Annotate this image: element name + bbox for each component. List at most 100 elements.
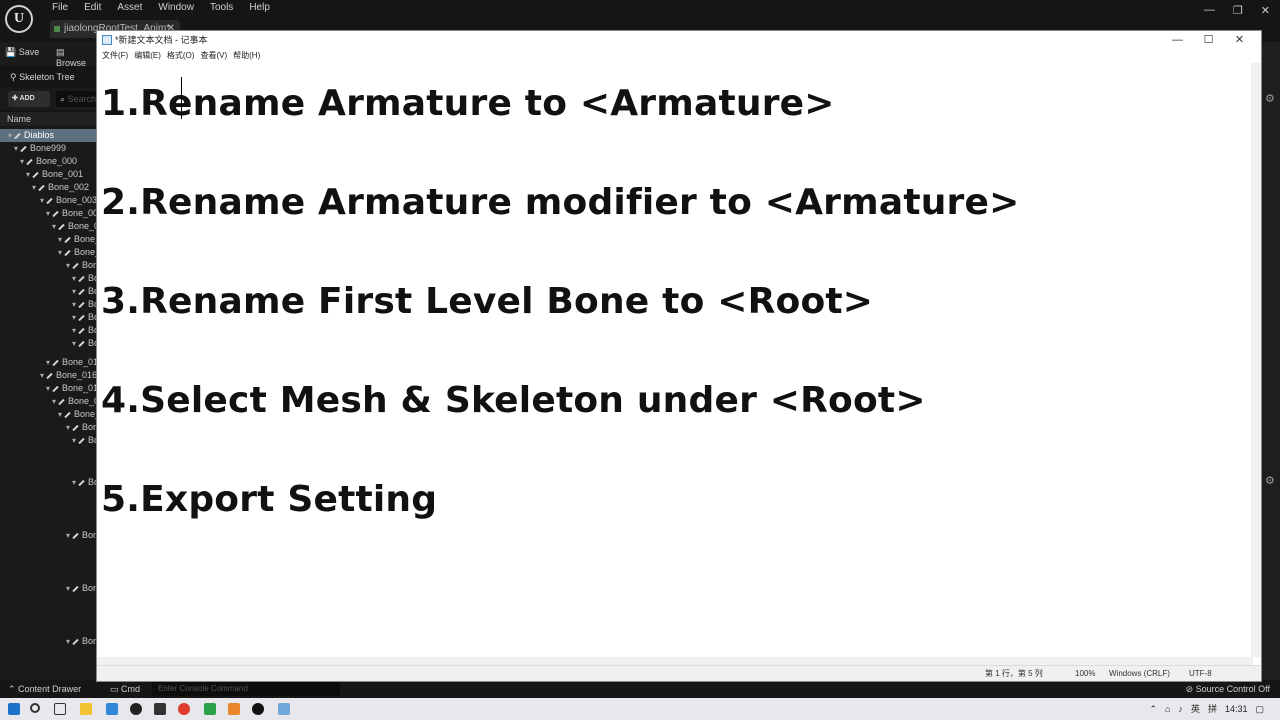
edge-icon[interactable] bbox=[106, 703, 118, 715]
minimize-icon[interactable]: — bbox=[1204, 4, 1215, 17]
blender-icon[interactable] bbox=[228, 703, 240, 715]
chevron-down-icon[interactable]: ▾ bbox=[32, 183, 36, 192]
chevron-down-icon[interactable]: ▾ bbox=[52, 222, 56, 231]
chevron-down-icon[interactable]: ▾ bbox=[66, 531, 70, 540]
chevron-down-icon[interactable]: ▾ bbox=[26, 170, 30, 179]
tree-row[interactable]: ▾ Bone_018 bbox=[52, 395, 96, 408]
chevron-up-icon[interactable]: ⌃ bbox=[1149, 702, 1157, 716]
chevron-down-icon[interactable]: ▾ bbox=[46, 358, 50, 367]
source-control-button[interactable]: ⊘ Source Control Off bbox=[1186, 682, 1270, 696]
tree-row[interactable]: ▾ Bone_011 bbox=[72, 298, 96, 311]
file-explorer-icon[interactable] bbox=[80, 703, 92, 715]
tree-row[interactable]: ▾ Bone_002 bbox=[32, 181, 89, 194]
ime-indicator[interactable]: 英 bbox=[1191, 702, 1200, 716]
menu-format[interactable]: 格式(O) bbox=[164, 49, 198, 63]
tree-row[interactable]: ▾ Bone_007 bbox=[58, 246, 96, 259]
tree-row[interactable]: ▾ Diablos bbox=[0, 129, 96, 142]
menu-file[interactable]: File bbox=[44, 2, 76, 14]
vertical-scrollbar[interactable] bbox=[1251, 63, 1261, 657]
tree-row[interactable]: ▾ Bone_008 bbox=[66, 259, 96, 272]
skeleton-tree-tab[interactable]: ⚲ Skeleton Tree bbox=[4, 68, 96, 86]
chevron-down-icon[interactable]: ▾ bbox=[72, 300, 76, 309]
browse-button[interactable]: ▤ Browse bbox=[56, 47, 96, 68]
notification-icon[interactable]: ▢ bbox=[1255, 702, 1264, 716]
minimize-icon[interactable]: — bbox=[1162, 31, 1193, 49]
tree-row[interactable]: ▾ Bone_003 bbox=[40, 194, 96, 207]
chevron-down-icon[interactable]: ▾ bbox=[66, 584, 70, 593]
network-icon[interactable]: ⌂ bbox=[1165, 702, 1170, 716]
chevron-down-icon[interactable]: ▾ bbox=[66, 261, 70, 270]
name-column-header[interactable]: Name bbox=[0, 112, 96, 126]
tree-row[interactable]: ▾ Bone_024 bbox=[66, 582, 96, 595]
maximize-icon[interactable]: ☐ bbox=[1193, 31, 1224, 49]
menu-help[interactable]: Help bbox=[241, 2, 278, 14]
close-icon[interactable]: ✕ bbox=[1224, 31, 1255, 49]
tree-row[interactable]: ▾ Bone_019 bbox=[58, 408, 96, 421]
chevron-down-icon[interactable]: ▾ bbox=[58, 235, 62, 244]
menu-view[interactable]: 查看(V) bbox=[197, 49, 230, 63]
chevron-down-icon[interactable]: ▾ bbox=[58, 248, 62, 257]
clock[interactable]: 14:31 bbox=[1225, 702, 1248, 716]
tree-row[interactable]: ▾ Bone_025 bbox=[66, 635, 96, 648]
chevron-down-icon[interactable]: ▾ bbox=[72, 478, 76, 487]
menu-asset[interactable]: Asset bbox=[109, 2, 150, 14]
content-drawer-button[interactable]: ⌃ Content Drawer bbox=[8, 682, 81, 696]
chevron-down-icon[interactable]: ▾ bbox=[20, 157, 24, 166]
chevron-down-icon[interactable]: ▾ bbox=[40, 196, 44, 205]
notepad-icon[interactable] bbox=[278, 703, 290, 715]
tree-row[interactable]: ▾ Bone999 bbox=[14, 142, 66, 155]
tree-row[interactable]: ▾ Bone_015 bbox=[46, 356, 96, 369]
app-icon[interactable] bbox=[130, 703, 142, 715]
chevron-down-icon[interactable]: ▾ bbox=[72, 339, 76, 348]
tree-row[interactable]: ▾ Bone_004 bbox=[46, 207, 96, 220]
tree-row[interactable]: ▾ Bone_016 bbox=[40, 369, 96, 382]
menu-tools[interactable]: Tools bbox=[202, 2, 241, 14]
chevron-down-icon[interactable]: ▾ bbox=[52, 397, 56, 406]
chevron-down-icon[interactable]: ▾ bbox=[46, 384, 50, 393]
tree-row[interactable]: ▾ Bone_013 bbox=[72, 324, 96, 337]
menu-help[interactable]: 帮助(H) bbox=[230, 49, 263, 63]
unreal-logo-icon[interactable]: U bbox=[5, 5, 33, 33]
chevron-down-icon[interactable]: ▾ bbox=[58, 410, 62, 419]
ime-mode[interactable]: 拼 bbox=[1208, 702, 1217, 716]
notepad-title-bar[interactable]: *新建文本文档 - 记事本 — ☐ ✕ bbox=[97, 31, 1261, 49]
cmd-button[interactable]: ▭ Cmd bbox=[110, 682, 140, 696]
save-button[interactable]: 💾 Save bbox=[5, 47, 39, 58]
chevron-down-icon[interactable]: ▾ bbox=[66, 637, 70, 646]
chevron-down-icon[interactable]: ▾ bbox=[72, 274, 76, 283]
gear-icon[interactable]: ⚙ bbox=[1265, 92, 1275, 105]
tree-row[interactable]: ▾ Bone_012 bbox=[72, 311, 96, 324]
chevron-down-icon[interactable]: ▾ bbox=[66, 423, 70, 432]
tree-row[interactable]: ▾ Bone_005 bbox=[52, 220, 96, 233]
tree-row[interactable]: ▾ Bone_017 bbox=[46, 382, 96, 395]
add-button[interactable]: ✚ ADD bbox=[8, 91, 50, 107]
volume-icon[interactable]: ♪ bbox=[1178, 702, 1183, 716]
chevron-down-icon[interactable]: ▾ bbox=[72, 287, 76, 296]
menu-edit[interactable]: 编辑(E) bbox=[131, 49, 164, 63]
chevron-down-icon[interactable]: ▾ bbox=[40, 371, 44, 380]
tree-row[interactable]: ▾ Bone_021 bbox=[72, 434, 96, 447]
tree-row[interactable]: ▾ Bone_001 bbox=[26, 168, 83, 181]
tree-row[interactable]: ▾ Bone_000 bbox=[20, 155, 77, 168]
chevron-down-icon[interactable]: ▾ bbox=[8, 131, 12, 140]
app-icon[interactable] bbox=[154, 703, 166, 715]
tree-row[interactable]: ▾ Bone_006 bbox=[58, 233, 96, 246]
search-input[interactable]: ⌕ Search bbox=[56, 91, 96, 107]
menu-window[interactable]: Window bbox=[150, 2, 202, 14]
maximize-icon[interactable]: ❐ bbox=[1233, 4, 1243, 17]
menu-file[interactable]: 文件(F) bbox=[99, 49, 131, 63]
chevron-down-icon[interactable]: ▾ bbox=[72, 326, 76, 335]
console-command-input[interactable]: Enter Console Command bbox=[152, 682, 340, 696]
tree-row[interactable]: ▾ Bone_010 bbox=[72, 285, 96, 298]
unreal-engine-icon[interactable] bbox=[252, 703, 264, 715]
close-icon[interactable]: ✕ bbox=[1261, 4, 1270, 17]
tree-row[interactable]: ▾ Bone_009 bbox=[72, 272, 96, 285]
chevron-down-icon[interactable]: ▾ bbox=[72, 436, 76, 445]
search-icon[interactable] bbox=[30, 703, 40, 713]
app-icon[interactable] bbox=[178, 703, 190, 715]
gear-icon[interactable]: ⚙ bbox=[1265, 474, 1275, 487]
tree-row[interactable]: ▾ Bone_023 bbox=[66, 529, 96, 542]
menu-edit[interactable]: Edit bbox=[76, 2, 109, 14]
task-view-icon[interactable] bbox=[54, 703, 66, 715]
start-icon[interactable] bbox=[8, 703, 20, 715]
